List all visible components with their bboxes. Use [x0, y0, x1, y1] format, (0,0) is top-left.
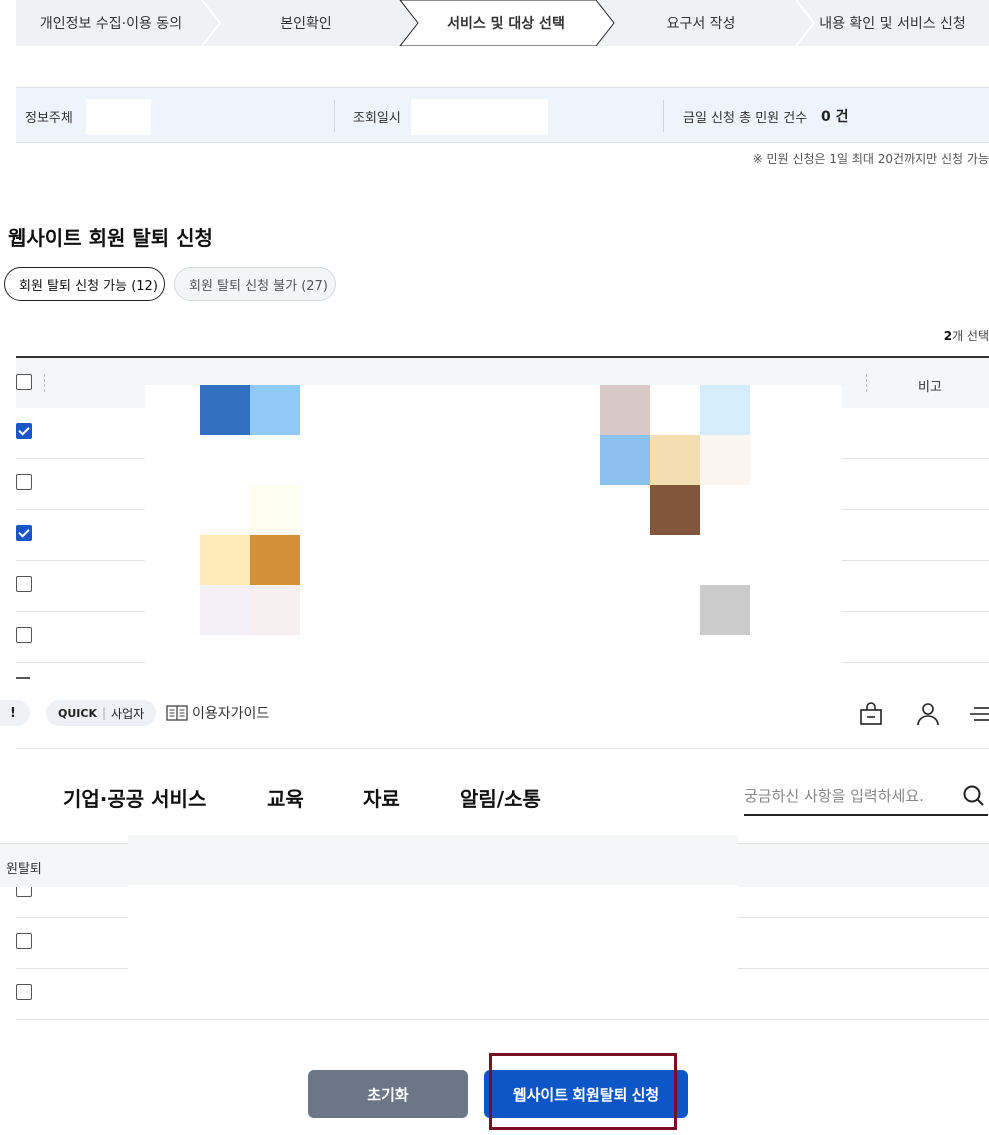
alert-tag[interactable]: ! [0, 700, 30, 726]
search-icon[interactable] [962, 784, 986, 808]
reset-button[interactable]: 초기화 [308, 1070, 468, 1118]
nav-enterprise-public[interactable]: 기업·공공 서비스 [63, 783, 206, 812]
user-guide-link[interactable]: 이용자가이드 [166, 703, 269, 723]
apply-withdrawal-button[interactable]: 웹사이트 회원탈퇴 신청 [484, 1070, 688, 1118]
book-icon [166, 705, 188, 721]
note-column-header: 비고 [918, 380, 942, 395]
row-checkbox[interactable] [16, 984, 32, 1000]
mosaic-tile [600, 385, 650, 435]
column-divider [44, 374, 45, 392]
info-bar: 정보주체 조회일시 금일 신청 총 민원 건수 0 건 [16, 87, 989, 143]
row-checkbox[interactable] [16, 576, 32, 592]
step-label: 서비스 및 대상 선택 [447, 16, 565, 32]
menu-icon[interactable] [970, 701, 989, 727]
subject-value-masked [86, 99, 151, 135]
row-checkbox[interactable] [16, 423, 32, 439]
mosaic-tile [200, 585, 250, 635]
daily-limit-notice: ※ 민원 신청은 1일 최대 20건까지만 신청 가능 [752, 152, 989, 166]
section-title: 웹사이트 회원 탈퇴 신청 [8, 226, 213, 250]
mosaic-tile [700, 385, 750, 435]
selected-count-number: 2 [943, 329, 953, 343]
count-label: 금일 신청 총 민원 건수 [683, 111, 808, 126]
mosaic-tile [250, 585, 300, 635]
mosaic-tile [250, 485, 300, 535]
nav-education[interactable]: 교육 [267, 783, 304, 812]
row-divider [16, 1019, 989, 1020]
selected-count-suffix: 개 선택 [952, 329, 989, 343]
row-checkbox[interactable] [16, 474, 32, 490]
row-checkbox-partial [16, 887, 32, 897]
user-icon[interactable] [915, 701, 941, 727]
subject-label: 정보주체 [25, 111, 73, 126]
site-utility-bar: ! QUICK | 사업자 이용자가이드 [0, 695, 989, 735]
filter-unavailable-button[interactable]: 회원 탈퇴 신청 불가 (27) [174, 267, 336, 301]
mosaic-tile [700, 435, 750, 485]
divider [334, 100, 335, 132]
mosaic-tile [700, 585, 750, 635]
date-label: 조회일시 [353, 111, 401, 126]
redacted-content-mosaic [145, 385, 842, 663]
search-input[interactable]: 궁금하신 사항을 입력하세요. [744, 776, 988, 816]
quick-menu-button[interactable]: QUICK | 사업자 [46, 700, 157, 726]
mosaic-tile [650, 485, 700, 535]
user-guide-label: 이용자가이드 [192, 706, 270, 722]
divider [663, 100, 664, 132]
redacted-lower-block [128, 835, 738, 970]
nav-resources[interactable]: 자료 [363, 783, 400, 812]
redacted-band [128, 835, 738, 885]
nav-notice-communication[interactable]: 알림/소통 [460, 783, 541, 812]
select-all-checkbox[interactable] [16, 374, 32, 390]
row-checkbox[interactable] [16, 627, 32, 643]
header-divider [16, 748, 989, 749]
quick-item: 사업자 [111, 706, 145, 721]
row-checkbox[interactable] [16, 933, 32, 949]
column-divider [866, 374, 867, 392]
mosaic-tile [200, 535, 250, 585]
lower-header-text: 원탈퇴 [6, 862, 42, 877]
mosaic-tile [600, 435, 650, 485]
row-checkbox-partial [16, 677, 30, 679]
row-checkbox[interactable] [16, 525, 32, 541]
date-value-masked [411, 99, 548, 135]
quick-label: QUICK [58, 706, 97, 720]
selected-count: 2개 선택 [944, 327, 989, 344]
filter-available-button[interactable]: 회원 탈퇴 신청 가능 (12) [4, 267, 165, 301]
mosaic-tile [250, 535, 300, 585]
mosaic-tile [200, 385, 250, 435]
count-value: 0 건 [821, 109, 849, 125]
search-placeholder: 궁금하신 사항을 입력하세요. [744, 787, 924, 805]
step-progress-bar: 개인정보 수집·이용 동의 본인확인 서비스 및 대상 선택 요구서 작성 내용… [16, 0, 989, 46]
mosaic-tile [650, 435, 700, 485]
quick-separator: | [101, 706, 107, 720]
lock-bag-icon[interactable] [858, 701, 884, 727]
mosaic-tile [250, 385, 300, 435]
